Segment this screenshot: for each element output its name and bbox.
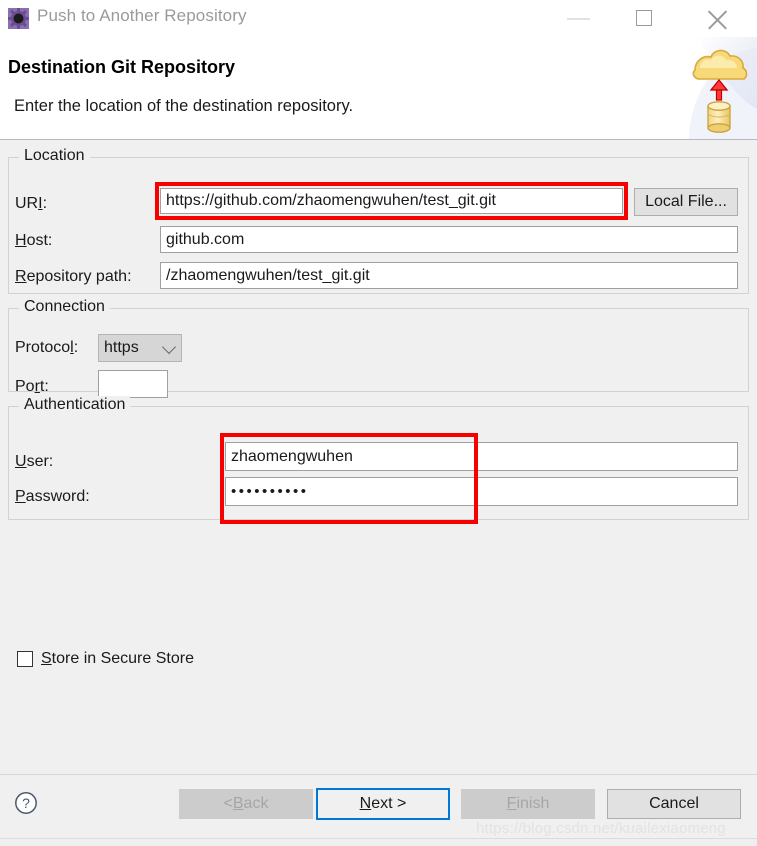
host-input[interactable]: github.com <box>160 226 738 253</box>
maximize-button[interactable] <box>622 0 668 37</box>
maximize-icon <box>636 10 652 26</box>
uri-value: https://github.com/zhaomengwuhen/test_gi… <box>166 192 496 209</box>
finish-button[interactable]: Finish <box>461 789 595 819</box>
host-value: github.com <box>166 230 245 248</box>
uri-label: URI: <box>15 195 48 212</box>
user-label: User: <box>15 453 54 470</box>
authentication-group-title: Authentication <box>19 396 131 414</box>
repository-path-label: Repository path: <box>15 268 132 285</box>
uri-input[interactable]: https://github.com/zhaomengwuhen/test_gi… <box>160 188 623 214</box>
password-label: Password: <box>15 488 90 505</box>
port-input[interactable] <box>98 370 168 398</box>
repository-path-value: /zhaomengwuhen/test_git.git <box>166 266 370 284</box>
close-icon <box>706 9 728 31</box>
minimize-icon <box>567 18 590 20</box>
password-input[interactable]: •••••••••• <box>225 477 738 506</box>
watermark-text: https://blog.csdn.net/kuailexiaomeng <box>476 820 726 837</box>
help-button[interactable]: ? <box>14 791 38 815</box>
repository-path-input[interactable]: /zhaomengwuhen/test_git.git <box>160 262 738 289</box>
checkbox-icon <box>17 651 33 667</box>
store-secure-store-checkbox[interactable]: Store in Secure Store <box>17 650 194 668</box>
chevron-down-icon <box>161 339 177 355</box>
cloud-upload-database-icon <box>667 37 757 139</box>
password-value: •••••••••• <box>231 483 309 500</box>
page-title: Destination Git Repository <box>8 57 236 77</box>
bottom-strip <box>0 838 757 846</box>
user-value: zhaomengwuhen <box>231 447 353 465</box>
location-group-title: Location <box>19 147 90 165</box>
push-to-another-repository-dialog: Push to Another Repository Destination G… <box>0 0 757 846</box>
user-input[interactable]: zhaomengwuhen <box>225 442 738 471</box>
title-bar: Push to Another Repository <box>0 0 757 37</box>
wizard-header: Destination Git Repository Enter the loc… <box>0 37 757 140</box>
minimize-button[interactable] <box>556 0 602 37</box>
next-button[interactable]: Next > <box>316 788 450 820</box>
page-description: Enter the location of the destination re… <box>14 97 354 115</box>
eclipse-gear-icon <box>8 8 29 29</box>
host-label: Host: <box>15 232 53 249</box>
back-button[interactable]: < Back <box>179 789 313 819</box>
local-file-button[interactable]: Local File... <box>634 188 738 216</box>
port-label: Port: <box>15 378 49 395</box>
close-button[interactable] <box>694 0 740 37</box>
protocol-value: https <box>104 339 139 356</box>
cancel-button[interactable]: Cancel <box>607 789 741 819</box>
protocol-label: Protocol: <box>15 339 79 356</box>
window-title: Push to Another Repository <box>37 6 247 25</box>
dialog-body: Location URI: https://github.com/zhaomen… <box>0 140 757 774</box>
store-secure-store-label: Store in Secure Store <box>41 650 194 667</box>
protocol-select[interactable]: https <box>98 334 182 362</box>
svg-text:?: ? <box>22 795 30 811</box>
connection-group-title: Connection <box>19 298 110 316</box>
